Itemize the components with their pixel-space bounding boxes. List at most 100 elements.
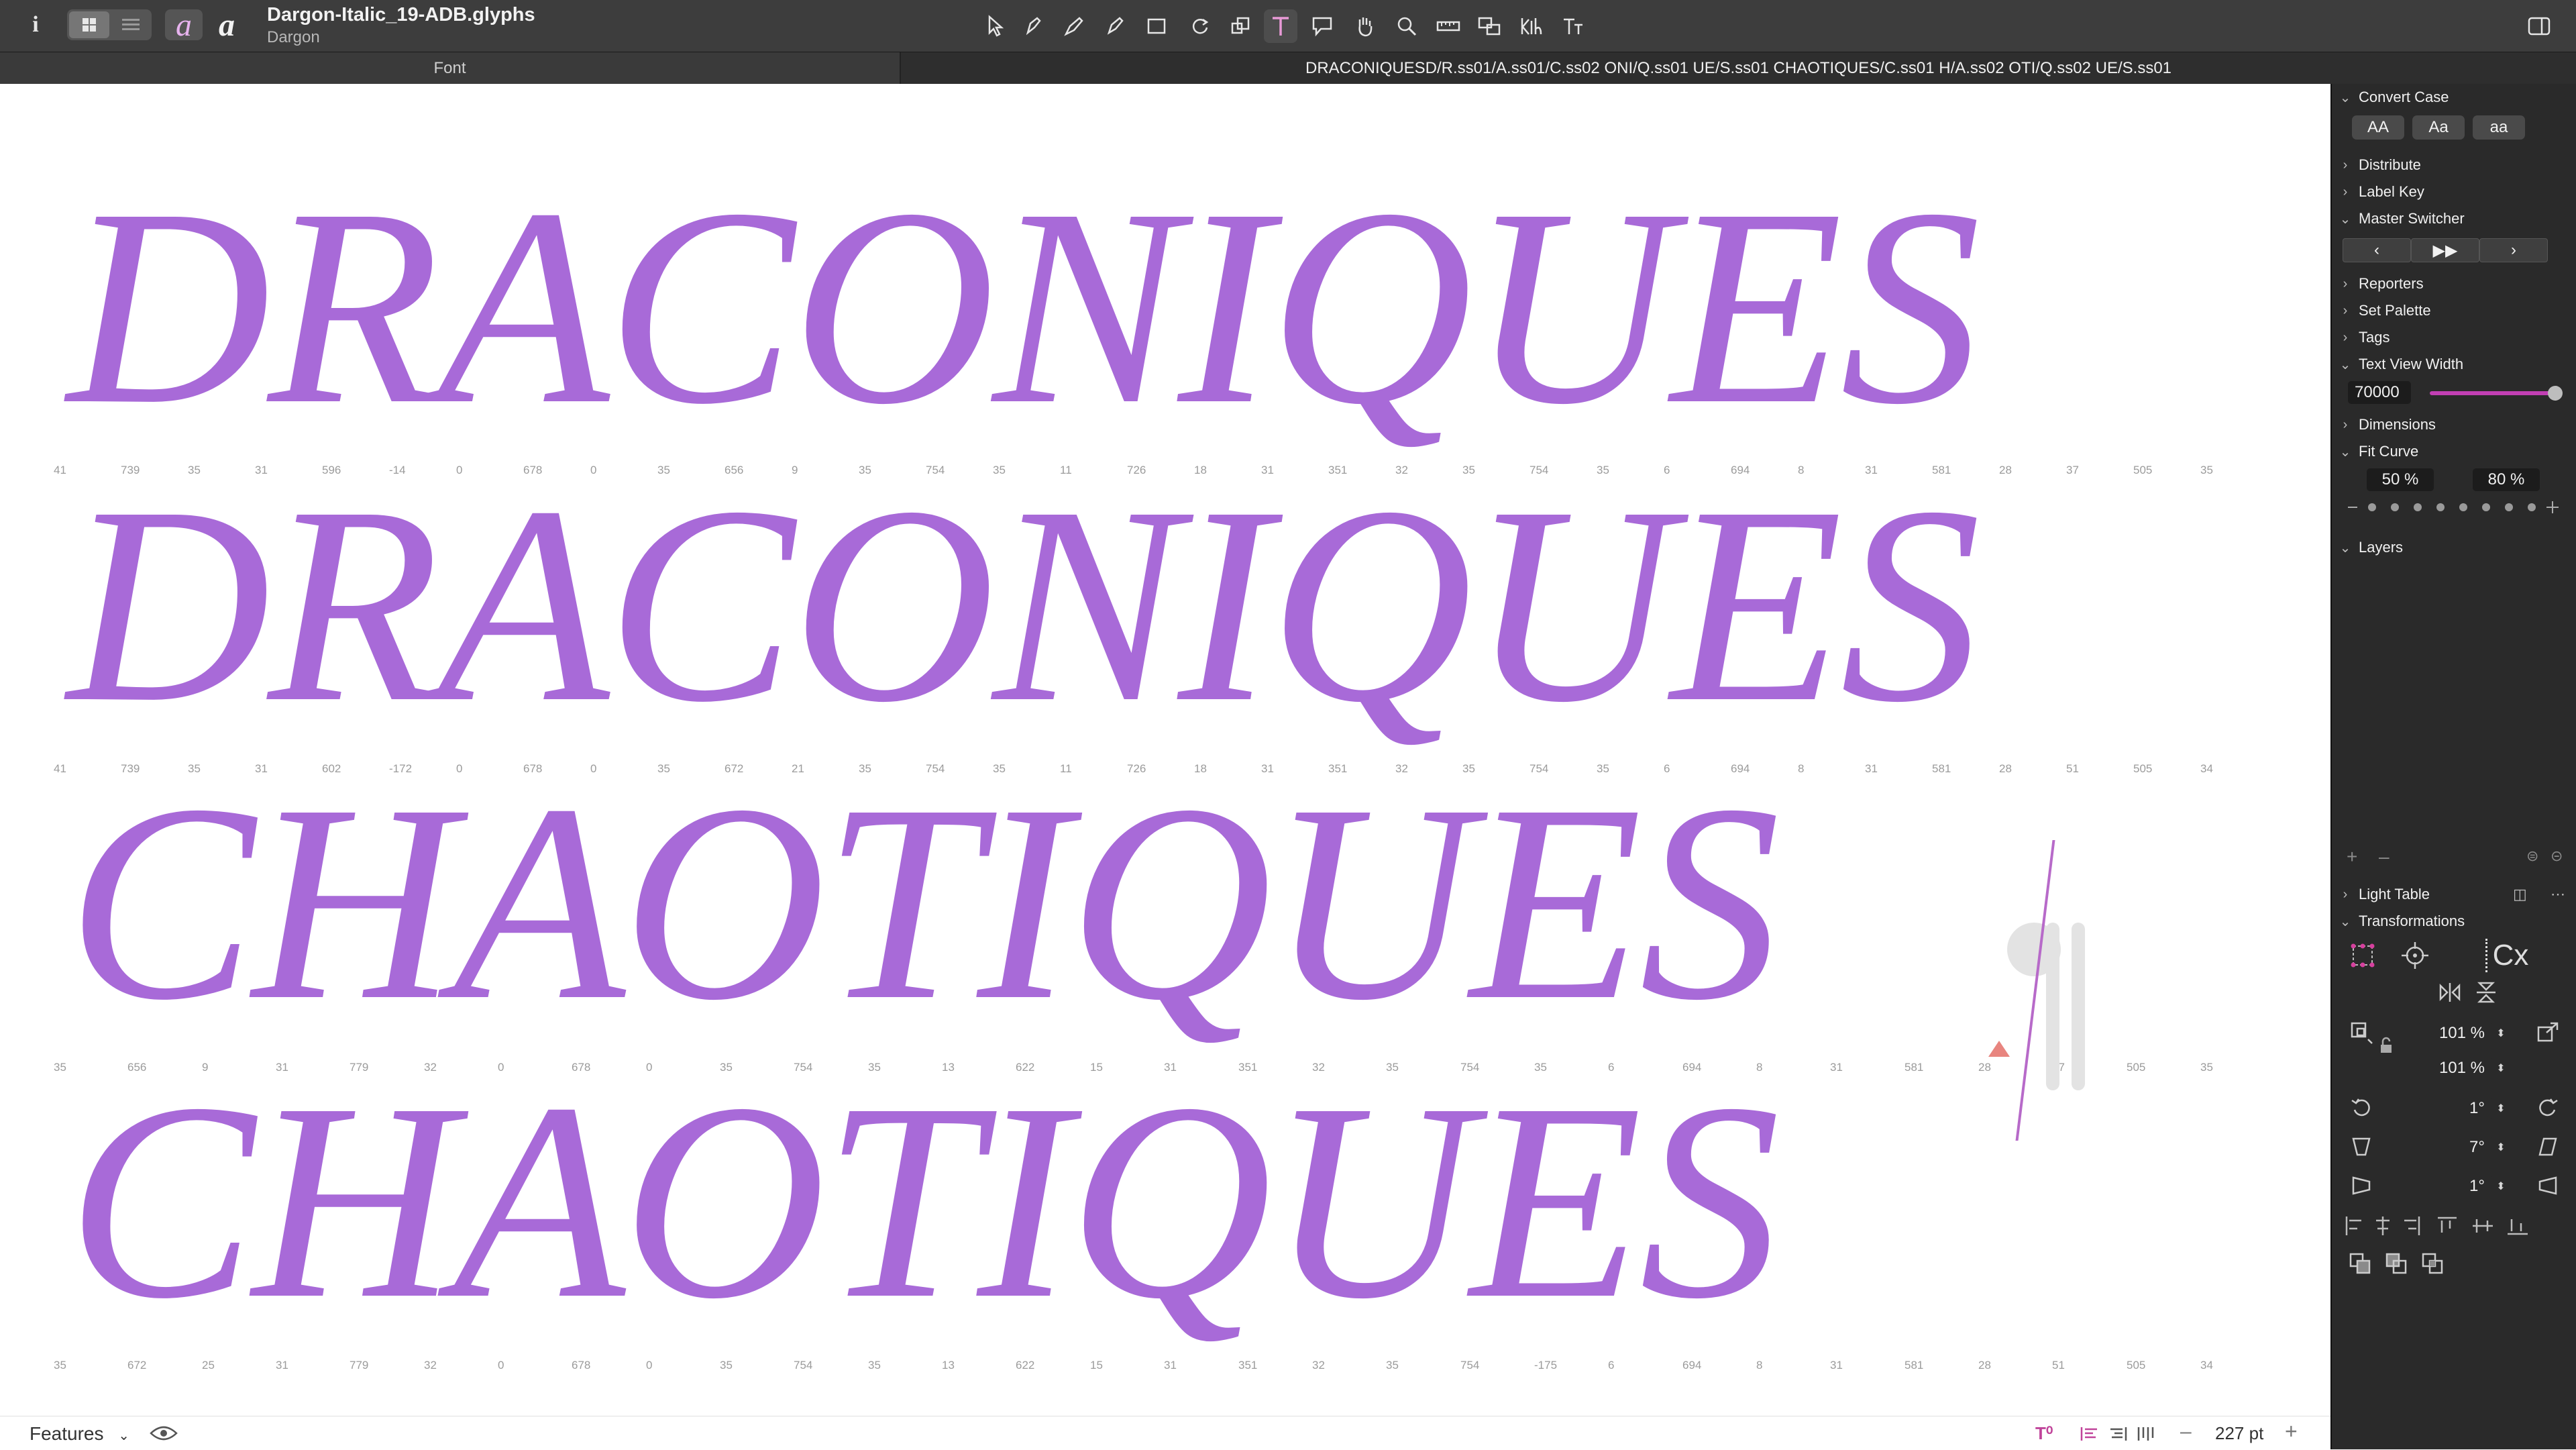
skew-right-icon[interactable] — [2533, 1172, 2563, 1199]
text-view-width-slider[interactable] — [2430, 386, 2564, 401]
text-line-2[interactable]: DRACONIQUES — [67, 464, 1981, 745]
pen-tool-icon[interactable] — [1059, 9, 1092, 43]
text-line-3[interactable]: CHAOTIQUES — [67, 762, 1780, 1043]
text-tool-icon[interactable] — [1264, 9, 1297, 43]
fit-curve-min-field[interactable]: 50 % — [2367, 468, 2434, 491]
rotate-ccw-icon[interactable] — [2347, 1094, 2376, 1121]
text-line-4[interactable]: CHAOTIQUES — [67, 1060, 1780, 1342]
slant-right-icon[interactable] — [2533, 1133, 2563, 1160]
draw-tool-icon[interactable] — [1016, 9, 1050, 43]
flip-vertical-icon[interactable] — [2473, 979, 2500, 1006]
align-right-button[interactable] — [2406, 1212, 2435, 1239]
scale-down-icon[interactable] — [2347, 1019, 2376, 1046]
eye-icon[interactable] — [149, 1423, 178, 1447]
subtract-icon[interactable] — [2383, 1250, 2410, 1277]
section-tags[interactable]: › Tags — [2332, 325, 2576, 350]
flip-horizontal-icon[interactable] — [2436, 979, 2463, 1006]
text-line-1[interactable]: DRACONIQUES — [67, 166, 1981, 448]
hand-tool-icon[interactable] — [1348, 9, 1382, 43]
info-button[interactable]: i — [20, 9, 51, 40]
zoom-value[interactable]: 227 pt — [2215, 1423, 2263, 1444]
union-icon[interactable] — [2347, 1250, 2373, 1277]
text-view-width-field[interactable]: 70000 — [2348, 381, 2411, 404]
fit-curve-steps[interactable] — [2345, 499, 2573, 516]
scale-y-field[interactable]: 101 % — [2419, 1057, 2491, 1080]
glyph-preview-italic-button[interactable]: a — [165, 7, 203, 43]
view-mode-segmented-control[interactable] — [67, 9, 152, 40]
align-top-button[interactable] — [2438, 1212, 2467, 1239]
section-distribute[interactable]: › Distribute — [2332, 153, 2576, 177]
preview-tool-icon[interactable] — [1473, 9, 1507, 43]
rotate-tool-icon[interactable] — [1183, 9, 1217, 43]
primitives-tool-icon[interactable] — [1140, 9, 1174, 43]
select-tool-icon[interactable] — [979, 9, 1013, 43]
slider-knob[interactable] — [2548, 386, 2563, 401]
scale-up-icon[interactable] — [2533, 1019, 2563, 1046]
stepper-icon[interactable]: ⬍ — [2493, 1097, 2509, 1120]
pencil-tool-icon[interactable] — [1100, 9, 1134, 43]
stepper-icon[interactable]: ⬍ — [2493, 1175, 2509, 1198]
lock-proportion-icon[interactable] — [2376, 1035, 2396, 1055]
section-transformations[interactable]: ⌄ Transformations — [2332, 909, 2576, 933]
glyph-preview-button[interactable]: a — [208, 7, 246, 43]
play-masters-button[interactable]: ▶▶ — [2411, 238, 2479, 262]
scale-x-field[interactable]: 101 % — [2419, 1022, 2491, 1045]
zoom-tool-icon[interactable] — [1390, 9, 1424, 43]
previous-master-button[interactable]: ‹ — [2343, 238, 2411, 262]
align-left-button[interactable] — [2339, 1212, 2368, 1239]
align-left-icon[interactable] — [2080, 1425, 2100, 1447]
section-dimensions[interactable]: › Dimensions — [2332, 413, 2576, 437]
cx-metrics-button[interactable]: Cx — [2470, 939, 2544, 972]
fit-curve-max-field[interactable]: 80 % — [2473, 468, 2540, 491]
typesetting-tool-icon[interactable] — [1556, 9, 1590, 43]
align-bottom-button[interactable] — [2508, 1212, 2537, 1239]
add-layer-button[interactable]: + — [2347, 846, 2357, 868]
crosshair-icon[interactable] — [2399, 939, 2431, 972]
section-set-palette[interactable]: › Set Palette — [2332, 299, 2576, 323]
section-reporters[interactable]: › Reporters — [2332, 272, 2576, 296]
align-right-icon[interactable] — [2108, 1425, 2128, 1447]
options-icon[interactable]: ⊝ — [2551, 847, 2563, 865]
annotation-tool-icon[interactable] — [1305, 9, 1339, 43]
section-fit-curve[interactable]: ⌄ Fit Curve — [2332, 439, 2576, 464]
align-middle-button[interactable] — [2473, 1212, 2502, 1239]
stepper-icon[interactable]: ⬍ — [2493, 1136, 2509, 1159]
slant-field[interactable]: 7° — [2419, 1136, 2491, 1159]
rotate-field[interactable]: 1° — [2419, 1097, 2491, 1120]
stepper-icon[interactable]: ⬍ — [2493, 1057, 2509, 1080]
light-table-toggle-icon[interactable]: ◫ — [2513, 886, 2527, 903]
section-layers[interactable]: ⌄ Layers — [2332, 535, 2576, 560]
layers-list[interactable] — [2332, 562, 2576, 843]
selection-origin-grid-icon[interactable] — [2347, 939, 2379, 972]
section-label-key[interactable]: › Label Key — [2332, 180, 2576, 204]
measurement-tool-icon[interactable] — [1432, 9, 1465, 43]
skew-field[interactable]: 1° — [2419, 1175, 2491, 1198]
zoom-in-button[interactable]: + — [2285, 1419, 2298, 1444]
stepper-icon[interactable]: ⬍ — [2493, 1022, 2509, 1045]
slant-left-icon[interactable] — [2347, 1133, 2376, 1160]
scale-tool-icon[interactable] — [1224, 9, 1257, 43]
rotate-cw-icon[interactable] — [2533, 1094, 2563, 1121]
case-title-button[interactable]: Aa — [2412, 115, 2465, 140]
tab-text-edit[interactable]: DRACONIQUESD/R.ss01/A.ss01/C.ss02 ONI/Q.… — [901, 52, 2576, 85]
section-convert-case[interactable]: ⌄ Convert Case — [2332, 85, 2576, 109]
grid-view-icon[interactable] — [69, 11, 109, 38]
section-master-switcher[interactable]: ⌄ Master Switcher — [2332, 207, 2576, 231]
list-view-icon[interactable] — [111, 11, 150, 38]
more-options-icon[interactable]: ⋯ — [2551, 886, 2565, 903]
section-light-table[interactable]: › Light Table ◫ ⋯ — [2332, 882, 2576, 907]
kerning-tool-icon[interactable] — [1515, 9, 1548, 43]
intersect-icon[interactable] — [2419, 1250, 2446, 1277]
case-lower-button[interactable]: aa — [2473, 115, 2525, 140]
sidebar-toggle-icon[interactable] — [2522, 9, 2556, 43]
tab-font[interactable]: Font — [0, 52, 901, 85]
next-master-button[interactable]: › — [2479, 238, 2548, 262]
features-dropdown[interactable]: Features ⌄ — [30, 1423, 129, 1445]
skew-left-icon[interactable] — [2347, 1172, 2376, 1199]
vertical-layout-icon[interactable] — [2136, 1425, 2156, 1447]
section-text-view-width[interactable]: ⌄ Text View Width — [2332, 352, 2576, 376]
edit-view-canvas[interactable]: DRACONIQUES 41 739 35 31 596 -14 0 678 0 35 656 9 35… — [0, 84, 2330, 1416]
text-features-icon[interactable]: T⁰ — [2035, 1423, 2053, 1444]
zoom-out-button[interactable]: – — [2180, 1420, 2192, 1443]
filter-icon[interactable]: ⊜ — [2526, 847, 2538, 865]
